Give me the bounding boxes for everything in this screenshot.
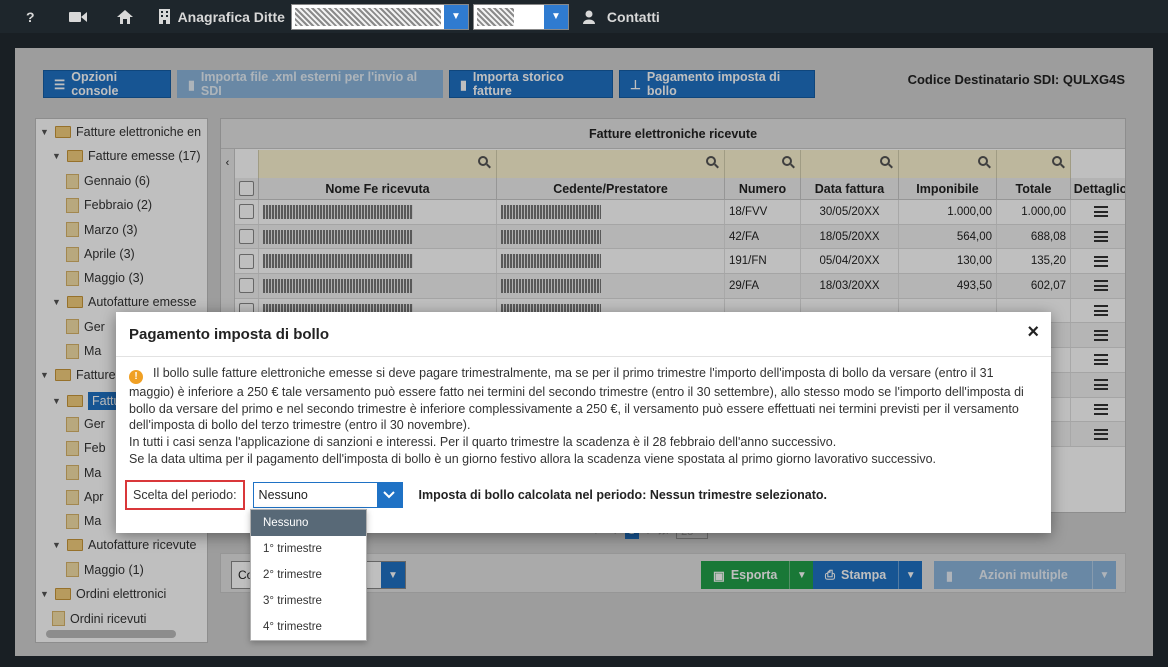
modal-title: Pagamento imposta di bollo: [129, 325, 330, 343]
company-select[interactable]: ▼: [290, 3, 469, 30]
close-icon[interactable]: ×: [1027, 321, 1039, 344]
period-option[interactable]: 3° trimestre: [251, 588, 366, 614]
modal-header: Pagamento imposta di bollo: [116, 312, 1051, 357]
building-icon: [158, 0, 170, 33]
period-dropdown-list: Nessuno 1° trimestre 2° trimestre 3° trimes…: [250, 509, 367, 641]
period-select-value: Nessuno: [258, 488, 308, 502]
year-select-value: [476, 7, 514, 26]
year-select[interactable]: ▼: [472, 3, 569, 30]
info-paragraph-1: Il bollo sulle fatture elettroniche emes…: [129, 366, 1024, 433]
top-navigation-bar: ? Anagrafica Ditte ▼ ▼ Contatti: [0, 0, 1168, 33]
period-option[interactable]: Nessuno: [251, 510, 366, 536]
info-paragraph-3: Se la data ultima per il pagamento dell'…: [129, 451, 937, 466]
chevron-down-icon[interactable]: ▼: [543, 4, 568, 29]
period-option[interactable]: 2° trimestre: [251, 562, 366, 588]
stamp-duty-result: Imposta di bollo calcolata nel periodo: …: [418, 488, 827, 502]
chevron-down-icon[interactable]: ▼: [443, 4, 468, 29]
video-camera-icon[interactable]: [68, 0, 87, 33]
stamp-duty-modal: Pagamento imposta di bollo × ! Il bollo s…: [116, 312, 1051, 533]
period-option[interactable]: 1° trimestre: [251, 536, 366, 562]
modal-body: ! Il bollo sulle fatture elettroniche eme…: [116, 357, 1051, 468]
company-label: Anagrafica Ditte: [177, 8, 285, 25]
chevron-down-icon[interactable]: [376, 483, 402, 507]
period-select[interactable]: Nessuno: [252, 482, 403, 508]
user-icon: [582, 0, 595, 33]
home-icon[interactable]: [116, 0, 133, 33]
contacts-link[interactable]: Contatti: [607, 0, 660, 33]
info-paragraph-2: In tutti i casi senza l'applicazione di …: [129, 435, 837, 450]
info-icon: !: [129, 370, 143, 384]
period-row: Scelta del periodo: Nessuno Imposta di b…: [125, 480, 827, 510]
help-icon[interactable]: ?: [26, 0, 35, 33]
period-label: Scelta del periodo:: [125, 480, 245, 510]
period-option[interactable]: 4° trimestre: [251, 614, 366, 640]
company-select-value: [294, 7, 441, 26]
